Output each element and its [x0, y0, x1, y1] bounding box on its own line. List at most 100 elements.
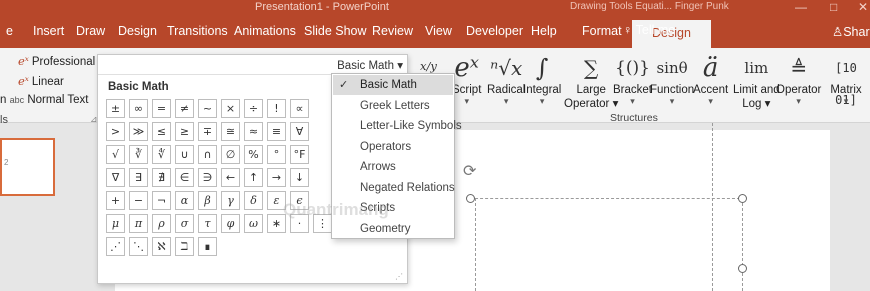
tab-view[interactable]: View	[425, 24, 452, 38]
symbol-cell[interactable]: ≤	[152, 122, 171, 141]
symbol-cell[interactable]: ∎	[198, 237, 217, 256]
symbol-cell[interactable]: °	[267, 145, 286, 164]
tab-developer[interactable]: Developer	[466, 24, 523, 38]
bracket-button[interactable]: {()} Bracket ▾	[613, 52, 652, 107]
large-operator-button[interactable]: ∑ Large Operator ▾	[564, 52, 618, 110]
tab-animations[interactable]: Animations	[234, 24, 296, 38]
symbol-cell[interactable]: ↓	[290, 168, 309, 187]
symbol-cell[interactable]: ⋱	[129, 237, 148, 256]
tab-slide-show[interactable]: Slide Show	[304, 24, 367, 38]
symbol-cell[interactable]: ∛	[129, 145, 148, 164]
symbol-cell[interactable]: ~	[198, 99, 217, 118]
normal-text-button[interactable]: n abc Normal Text	[0, 94, 88, 106]
resize-handle[interactable]	[466, 194, 475, 203]
symbol-cell[interactable]: ≡	[267, 122, 286, 141]
symbol-cell[interactable]: β	[198, 191, 217, 210]
category-menu-item[interactable]: Greek Letters	[333, 96, 453, 116]
linear-button[interactable]: eˣ Linear	[18, 74, 64, 88]
symbol-cell[interactable]: ω	[244, 214, 263, 233]
category-menu-item[interactable]: Geometry	[333, 219, 453, 239]
minimize-button[interactable]: —	[795, 0, 807, 14]
tell-me-search[interactable]: ♀ Tell me	[623, 23, 675, 37]
maximize-button[interactable]: □	[830, 0, 837, 14]
symbol-cell[interactable]: ℶ	[175, 237, 194, 256]
symbol-cell[interactable]: π	[129, 214, 148, 233]
category-menu-item[interactable]: Operators	[333, 137, 453, 157]
symbol-cell[interactable]: ≠	[175, 99, 194, 118]
symbol-cell[interactable]: ≈	[244, 122, 263, 141]
close-button[interactable]: ✕	[858, 0, 868, 14]
limit-log-button[interactable]: lim Limit and Log ▾	[733, 52, 780, 110]
symbol-cell[interactable]: ≥	[175, 122, 194, 141]
category-menu-item[interactable]: Negated Relations	[333, 178, 455, 198]
symbol-cell[interactable]: ∈	[175, 168, 194, 187]
symbol-cell[interactable]: ρ	[152, 214, 171, 233]
script-button[interactable]: eˣ Script ▾	[452, 52, 481, 107]
symbol-cell[interactable]: ∋	[198, 168, 217, 187]
resize-handle[interactable]	[738, 264, 747, 273]
matrix-button[interactable]: [10 01] Matrix ▾	[822, 52, 870, 107]
symbol-cell[interactable]: ℵ	[152, 237, 171, 256]
symbol-cell[interactable]: α	[175, 191, 194, 210]
symbol-cell[interactable]: ±	[106, 99, 125, 118]
symbol-cell[interactable]: γ	[221, 191, 240, 210]
professional-button[interactable]: eˣ Professional	[18, 54, 95, 68]
symbol-cell[interactable]: +	[106, 191, 125, 210]
operator-button[interactable]: ≜ Operator ▾	[776, 52, 821, 107]
tab-review[interactable]: Review	[372, 24, 413, 38]
category-menu-item[interactable]: Letter-Like Symbols	[333, 116, 462, 136]
tab-help[interactable]: Help	[531, 24, 557, 38]
tab-design[interactable]: Design	[118, 24, 157, 38]
tab-insert[interactable]: Insert	[33, 24, 64, 38]
symbol-cell[interactable]: °F	[290, 145, 309, 164]
symbol-cell[interactable]: =	[152, 99, 171, 118]
symbol-cell[interactable]: ÷	[244, 99, 263, 118]
symbol-cell[interactable]: ¬	[152, 191, 171, 210]
symbol-cell[interactable]: σ	[175, 214, 194, 233]
symbol-cell[interactable]: ∞	[129, 99, 148, 118]
symbol-cell[interactable]: ∀	[290, 122, 309, 141]
symbol-cell[interactable]: ∜	[152, 145, 171, 164]
symbol-cell[interactable]: ∩	[198, 145, 217, 164]
integral-button[interactable]: ∫ Integral ▾	[523, 52, 561, 107]
symbol-cell[interactable]: >	[106, 122, 125, 141]
resize-grip-icon[interactable]: ⋰	[395, 272, 403, 281]
tab-file[interactable]: e	[6, 24, 13, 38]
symbol-cell[interactable]: τ	[198, 214, 217, 233]
category-dropdown[interactable]: Basic Math ▾	[337, 58, 403, 72]
slide-thumbnail[interactable]: 2	[0, 138, 55, 196]
share-button[interactable]: ♙Share	[832, 24, 870, 39]
symbol-cell[interactable]: ∅	[221, 145, 240, 164]
symbol-cell[interactable]: ∇	[106, 168, 125, 187]
symbol-cell[interactable]: −	[129, 191, 148, 210]
rotate-handle-icon[interactable]: ⟳	[463, 161, 476, 181]
tab-transitions[interactable]: Transitions	[167, 24, 228, 38]
symbol-cell[interactable]: φ	[221, 214, 240, 233]
function-icon: sinθ	[656, 59, 688, 77]
symbol-cell[interactable]: ≫	[129, 122, 148, 141]
symbol-cell[interactable]: ∄	[152, 168, 171, 187]
symbol-cell[interactable]: √	[106, 145, 125, 164]
symbol-cell[interactable]: ∃	[129, 168, 148, 187]
resize-handle[interactable]	[738, 194, 747, 203]
radical-button[interactable]: ⁿ√x Radical ▾	[487, 52, 525, 107]
symbol-cell[interactable]: ←	[221, 168, 240, 187]
symbol-cell[interactable]: μ	[106, 214, 125, 233]
accent-button[interactable]: ä Accent ▾	[693, 52, 728, 107]
symbol-cell[interactable]: ∝	[290, 99, 309, 118]
symbol-cell[interactable]: →	[267, 168, 286, 187]
symbol-cell[interactable]: ×	[221, 99, 240, 118]
symbol-cell[interactable]: δ	[244, 191, 263, 210]
symbol-cell[interactable]: ∪	[175, 145, 194, 164]
symbol-cell[interactable]: %	[244, 145, 263, 164]
symbol-cell[interactable]: ∓	[198, 122, 217, 141]
function-button[interactable]: sinθ Function ▾	[650, 52, 694, 107]
symbol-cell[interactable]: ≅	[221, 122, 240, 141]
tab-draw[interactable]: Draw	[76, 24, 105, 38]
category-menu-item[interactable]: Arrows	[333, 157, 453, 177]
symbol-cell[interactable]: ↑	[244, 168, 263, 187]
symbol-cell[interactable]: ⋰	[106, 237, 125, 256]
tab-format[interactable]: Format	[582, 24, 622, 38]
category-menu-item[interactable]: ✓ Basic Math	[333, 75, 453, 95]
symbol-cell[interactable]: !	[267, 99, 286, 118]
